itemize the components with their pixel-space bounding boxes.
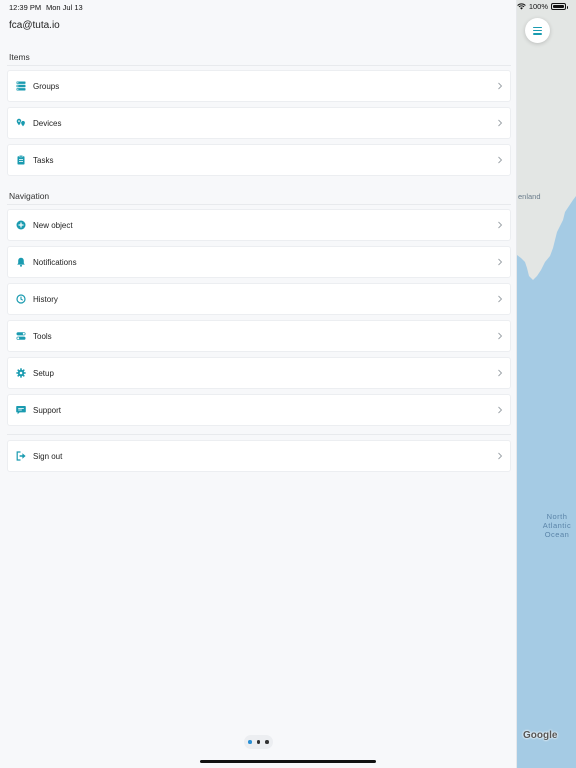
status-date: Mon Jul 13	[46, 3, 83, 12]
map-label-land: enland	[518, 192, 541, 201]
map-view[interactable]: enland North Atlantic Ocean Google	[517, 0, 576, 768]
menu-item-label: Support	[33, 405, 62, 415]
divider	[7, 434, 511, 435]
side-panel: fca@tuta.io Items Groups Devices Tasks N…	[0, 0, 517, 768]
chevron-right-icon	[498, 452, 503, 460]
chevron-right-icon	[498, 332, 503, 340]
wifi-icon	[517, 3, 526, 10]
menu-item-setup[interactable]: Setup	[7, 357, 511, 389]
section-title-items: Items	[9, 52, 30, 62]
battery-icon	[551, 3, 568, 10]
menu-item-groups[interactable]: Groups	[7, 70, 511, 102]
section-title-navigation: Navigation	[9, 191, 50, 201]
status-indicators: 100%	[517, 2, 568, 11]
page-dot-active	[248, 740, 252, 744]
menu-item-sign-out[interactable]: Sign out	[7, 440, 511, 472]
menu-item-notifications[interactable]: Notifications	[7, 246, 511, 278]
chevron-right-icon	[498, 369, 503, 377]
menu-button[interactable]	[525, 18, 550, 43]
menu-item-new-object[interactable]: New object	[7, 209, 511, 241]
bell-icon	[16, 257, 26, 267]
account-email: fca@tuta.io	[9, 20, 60, 31]
menu-item-label: Devices	[33, 118, 62, 128]
chevron-right-icon	[498, 221, 503, 229]
menu-item-label: Tasks	[33, 155, 54, 165]
menu-item-history[interactable]: History	[7, 283, 511, 315]
menu-item-label: Groups	[33, 81, 60, 91]
menu-item-label: Tools	[33, 331, 52, 341]
menu-item-support[interactable]: Support	[7, 394, 511, 426]
menu-item-label: History	[33, 294, 58, 304]
menu-item-label: New object	[33, 220, 73, 230]
menu-item-label: Sign out	[33, 451, 63, 461]
chevron-right-icon	[498, 119, 503, 127]
page-dot	[256, 740, 261, 744]
map-label-ocean: North Atlantic Ocean	[542, 512, 572, 539]
sign-out-icon	[16, 451, 26, 461]
menu-item-tasks[interactable]: Tasks	[7, 144, 511, 176]
menu-item-tools[interactable]: Tools	[7, 320, 511, 352]
status-time: 12:39 PM	[9, 3, 42, 12]
clipboard-icon	[16, 155, 26, 165]
menu-item-label: Setup	[33, 368, 54, 378]
clock-icon	[16, 294, 26, 304]
status-bar: 12:39 PM Mon Jul 13 100%	[0, 0, 576, 14]
chevron-right-icon	[498, 156, 503, 164]
plus-circle-icon	[16, 220, 26, 230]
divider	[7, 65, 511, 66]
hamburger-icon	[533, 26, 542, 35]
devices-pins-icon	[16, 118, 26, 128]
chevron-right-icon	[498, 258, 503, 266]
menu-item-label: Notifications	[33, 257, 77, 267]
menu-item-devices[interactable]: Devices	[7, 107, 511, 139]
google-attribution: Google	[523, 730, 558, 741]
home-indicator[interactable]	[200, 760, 376, 763]
gear-icon	[16, 368, 26, 378]
page-dot	[265, 740, 269, 744]
groups-list-icon	[16, 81, 26, 91]
chevron-right-icon	[498, 82, 503, 90]
page-indicator[interactable]	[244, 735, 273, 749]
map-land	[517, 0, 576, 280]
divider	[7, 204, 511, 205]
chevron-right-icon	[498, 406, 503, 414]
toggles-icon	[16, 331, 26, 341]
battery-percent: 100%	[528, 2, 548, 11]
chevron-right-icon	[498, 295, 503, 303]
chat-bubble-icon	[16, 405, 26, 415]
